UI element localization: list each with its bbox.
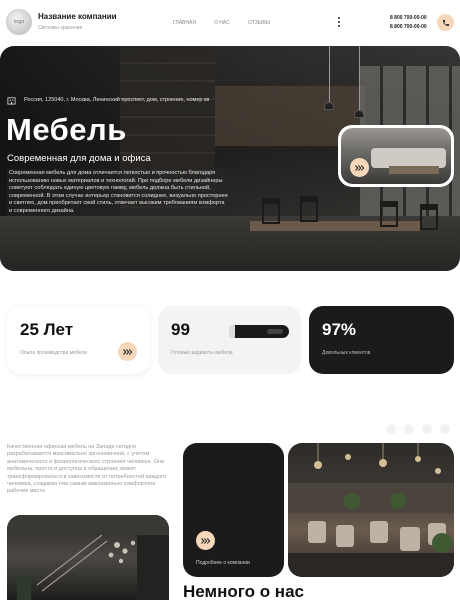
logo-text: logo [13,19,25,25]
phone-icon [442,19,449,26]
stat-card-furniture: 99 Готовые варианты мебели [158,306,301,374]
decorative-dot [404,424,414,434]
company-logo[interactable]: logo [6,9,32,35]
company-tagline: Системы хранения [38,25,83,31]
hero-subtitle: Современная для дома и офиса [7,153,151,164]
phone-number-1[interactable]: 8 800 700-00-00 [390,15,427,21]
hero-chair [380,201,398,227]
restaurant-interior-photo [288,443,454,577]
decorative-dot [386,424,396,434]
stat-label: Готовые варианты мебели [171,350,233,356]
interior-staircase-photo [7,515,169,600]
about-description: Качественная офисная мебель на Западе се… [7,444,167,495]
nav-item-about[interactable]: О нас [214,20,230,26]
chevrons-right-icon [123,348,132,355]
hero-lamp [354,110,364,118]
hero-chair [420,204,438,230]
about-card-label[interactable]: Подробнее о компании [196,560,250,566]
stat-label: Опыта производства мебели [20,350,87,356]
stat-label: Довольных клиентов [322,350,371,356]
nav-item-home[interactable]: Главная [173,20,196,26]
decorative-dot [440,424,450,434]
hero-lamp-cord [329,46,330,104]
hero-card-arrow-button[interactable] [350,158,369,177]
about-link-card[interactable]: Подробнее о компании [183,443,284,577]
stat-value: 97% [322,320,357,339]
hero-chair [262,198,280,224]
furniture-item-image [229,325,289,338]
hero-banner: Россия, 125040, г. Москва, Ленинский про… [0,46,460,271]
chevrons-right-icon [355,164,364,171]
stat-card-clients: 97% Довольных клиентов [309,306,454,374]
stat-card-experience: 25 Лет Опыта производства мебели [7,306,150,374]
hero-description: Современная мебель для дома отличается л… [7,169,231,216]
company-name[interactable]: Название компании [38,12,117,21]
chevrons-right-icon [201,537,210,544]
nav-item-reviews[interactable]: Отзывы [248,20,270,26]
about-section-title: Немного о нас [183,582,304,600]
header: logo Название компании Системы хранения … [0,0,460,46]
building-icon [7,97,16,105]
hero-chair [300,196,318,222]
more-menu-icon[interactable] [338,17,341,28]
about-arrow-button[interactable] [196,531,215,550]
hero-lamp-cord [359,46,360,112]
decorative-dot [422,424,432,434]
phone-number-2[interactable]: 8 800 700-00-00 [390,24,427,30]
stat-value: 25 Лет [20,320,74,339]
restaurant-illustration [288,443,454,577]
stat-arrow-button[interactable] [118,342,137,361]
hero-title: Мебель [6,112,127,147]
staircase-illustration [7,515,169,600]
phone-call-button[interactable] [437,14,454,31]
hero-address: Россия, 125040, г. Москва, Ленинский про… [24,97,210,103]
stat-value: 99 [171,320,190,339]
hero-preview-card[interactable] [338,125,454,187]
hero-lamp [324,102,334,110]
